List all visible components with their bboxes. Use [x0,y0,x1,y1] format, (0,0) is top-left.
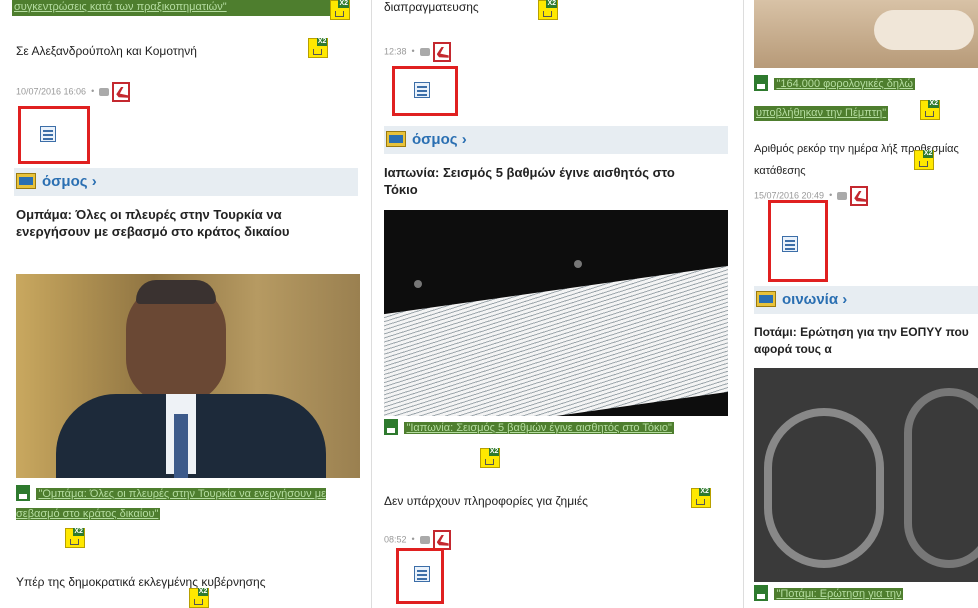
highlight-box [768,200,828,282]
x2-badge[interactable]: X2 [480,448,501,468]
section-icon [756,291,776,307]
article-photo-tax[interactable] [754,0,978,68]
comment-icon[interactable] [837,192,848,200]
caption-text[interactable]: "Ποτάμι: Ερώτηση για την [776,588,901,600]
article-snippet-top: διαπραγματευσης [384,0,479,14]
list-icon[interactable] [414,566,430,582]
list-icon[interactable] [40,126,56,142]
pdf-icon[interactable] [432,530,451,550]
banner-caption-text[interactable]: συγκεντρώσεις κατά των πραξικοπηματιών" [14,1,227,13]
alt-icon [384,418,398,435]
comment-icon[interactable] [419,48,430,56]
x2-badge[interactable]: X2 [64,528,85,548]
news-column-1: συγκεντρώσεις κατά των πραξικοπηματιών" … [0,0,370,608]
section-icon [16,173,36,189]
article-snippet: Υπέρ της δημοκρατικά εκλεγμένης κυβέρνησ… [16,575,266,589]
x2-badge[interactable]: X2 [914,150,935,170]
alt-caption: "Ποτάμι: Ερώτηση για την [754,584,978,602]
comment-icon[interactable] [419,536,430,544]
caption-text[interactable]: "164.000 φορολογικές δηλώ [776,78,912,90]
alt-caption-line2: υποβλήθηκαν την Πέμπτη" [754,106,889,121]
article-snippet: Δεν υπάρχουν πληροφορίες για ζημιές [384,494,588,508]
article-meta: 12:38 • [384,42,451,62]
article-photo-obama[interactable] [16,274,360,478]
pdf-icon[interactable] [112,82,131,102]
article-photo-wheelchairs[interactable] [754,368,978,582]
news-column-2: διαπραγματευσης X2 12:38 • όσμος › Ιαπωνί… [372,0,742,608]
alt-caption: "Ομπάμα: Όλες οι πλευρές στην Τουρκία να… [16,484,360,524]
caption-text[interactable]: "Ιαπωνία: Σεισμός 5 βαθμών έγινε αισθητό… [406,422,671,434]
section-label[interactable]: οινωνία › [782,291,847,308]
x2-badge[interactable]: X2 [690,488,711,508]
section-header-world[interactable]: όσμος › [384,126,728,154]
x2-badge[interactable]: X2 [189,588,210,608]
pdf-icon[interactable] [850,186,869,206]
comment-icon[interactable] [99,88,110,96]
article-title[interactable]: Ιαπωνία: Σεισμός 5 βαθμών έγινε αισθητός… [384,164,704,198]
alt-icon [754,74,768,91]
x2-badge[interactable]: X2 [308,38,329,58]
headline-link[interactable]: Σε Αλεξανδρούπολη και Κομοτηνή [16,44,197,58]
x2-badge[interactable]: X2 [330,0,350,20]
section-header-world[interactable]: όσμος › [14,168,358,196]
list-icon[interactable] [414,82,430,98]
pdf-icon[interactable] [432,42,451,62]
section-icon [386,131,406,147]
x2-badge[interactable]: X2 [538,0,558,20]
article-snippet: Αριθμός ρεκόρ την ημέρα λήξ προθεσμίας κ… [754,143,959,177]
list-icon[interactable] [782,236,798,252]
caption-text[interactable]: υποβλήθηκαν την Πέμπτη" [756,107,886,119]
alt-caption: "Ιαπωνία: Σεισμός 5 βαθμών έγινε αισθητό… [384,418,728,438]
alt-caption: "164.000 φορολογικές δηλώ [754,74,978,92]
alt-icon [16,484,30,501]
news-column-3: "164.000 φορολογικές δηλώ υποβλήθηκαν τη… [744,0,978,608]
banner-caption: συγκεντρώσεις κατά των πραξικοπηματιών" [12,0,342,16]
section-label[interactable]: όσμος › [42,173,97,190]
x2-badge[interactable]: X2 [920,100,940,120]
section-header-society[interactable]: οινωνία › [754,286,978,314]
section-label[interactable]: όσμος › [412,131,467,148]
alt-icon [754,584,768,601]
caption-text[interactable]: "Ομπάμα: Όλες οι πλευρές στην Τουρκία να… [16,488,326,520]
article-photo-seismograph[interactable] [384,210,728,416]
article-meta: 08:52 • [384,530,451,550]
article-meta: 10/07/2016 16:06 • [16,82,131,102]
article-title[interactable]: Ομπάμα: Όλες οι πλευρές στην Τουρκία να … [16,206,336,240]
article-title[interactable]: Ποτάμι: Ερώτηση για την ΕΟΠΥΥ που αφορά … [754,324,978,358]
